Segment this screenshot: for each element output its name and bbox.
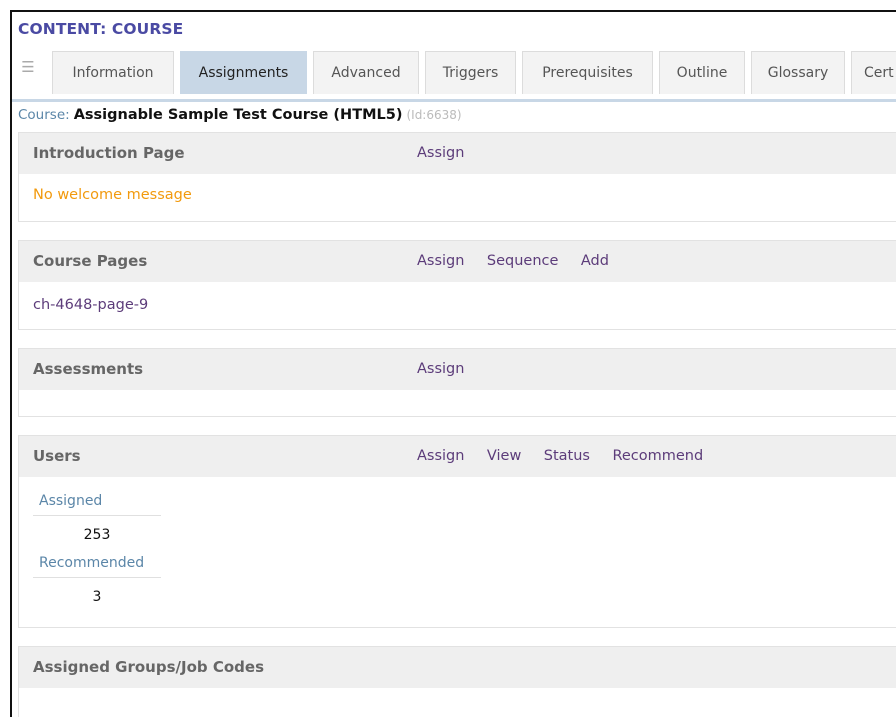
assessments-header: Assessments Assign [19,349,896,390]
section-actions: Assign View Status Recommend [417,436,721,477]
tab-cert[interactable]: Cert [851,51,896,94]
assigned-groups-section: Assigned Groups/Job Codes [18,646,896,717]
recommended-label: Recommended [33,555,161,578]
course-name: Assignable Sample Test Course (HTML5) [73,107,403,123]
assigned-count: 253 [83,527,111,543]
section-title: Introduction Page [33,144,185,162]
assessments-section: Assessments Assign [18,348,896,417]
users-assign-link[interactable]: Assign [417,448,464,464]
tab-triggers[interactable]: Triggers [425,51,516,94]
assigned-groups-header: Assigned Groups/Job Codes [19,647,896,688]
pages-assign-link[interactable]: Assign [417,253,464,269]
course-label: Course: [18,107,70,123]
users-status-link[interactable]: Status [544,448,590,464]
tab-bar: ☰ Information Assignments Advanced Trigg… [12,49,896,102]
section-actions: Assign [417,133,482,174]
tab-information[interactable]: Information [52,51,174,94]
tab-prerequisites[interactable]: Prerequisites [522,51,653,94]
page-title: CONTENT: COURSE [18,20,184,38]
course-pages-header: Course Pages Assign Sequence Add [19,241,896,282]
users-view-link[interactable]: View [487,448,521,464]
course-id: (Id:6638) [406,108,462,122]
section-title: Assessments [33,360,144,378]
course-pages-section: Course Pages Assign Sequence Add ch-4648… [18,240,896,330]
intro-assign-link[interactable]: Assign [417,145,464,161]
pages-sequence-link[interactable]: Sequence [487,253,559,269]
tab-advanced[interactable]: Advanced [313,51,419,94]
course-info: Course: Assignable Sample Test Course (HT… [18,107,462,123]
tab-outline[interactable]: Outline [659,51,745,94]
section-actions: Assign Sequence Add [417,241,627,282]
course-page-link[interactable]: ch-4648-page-9 [33,297,148,313]
section-actions: Assign [417,349,482,390]
welcome-message: No welcome message [33,187,192,203]
section-title: Course Pages [33,252,148,270]
course-content-frame: CONTENT: COURSE ☰ Information Assignment… [10,10,896,717]
list-menu-icon[interactable]: ☰ [18,57,38,77]
pages-add-link[interactable]: Add [581,253,609,269]
users-header: Users Assign View Status Recommend [19,436,896,477]
assigned-label: Assigned [33,493,161,516]
intro-page-header: Introduction Page Assign [19,133,896,174]
users-recommend-link[interactable]: Recommend [612,448,703,464]
intro-page-section: Introduction Page Assign No welcome mess… [18,132,896,222]
users-section: Users Assign View Status Recommend Assig… [18,435,896,628]
section-title: Users [33,447,81,465]
recommended-count: 3 [92,589,102,605]
section-title: Assigned Groups/Job Codes [33,658,264,676]
assessments-assign-link[interactable]: Assign [417,361,464,377]
tab-glossary[interactable]: Glossary [751,51,845,94]
tab-assignments[interactable]: Assignments [180,51,307,94]
